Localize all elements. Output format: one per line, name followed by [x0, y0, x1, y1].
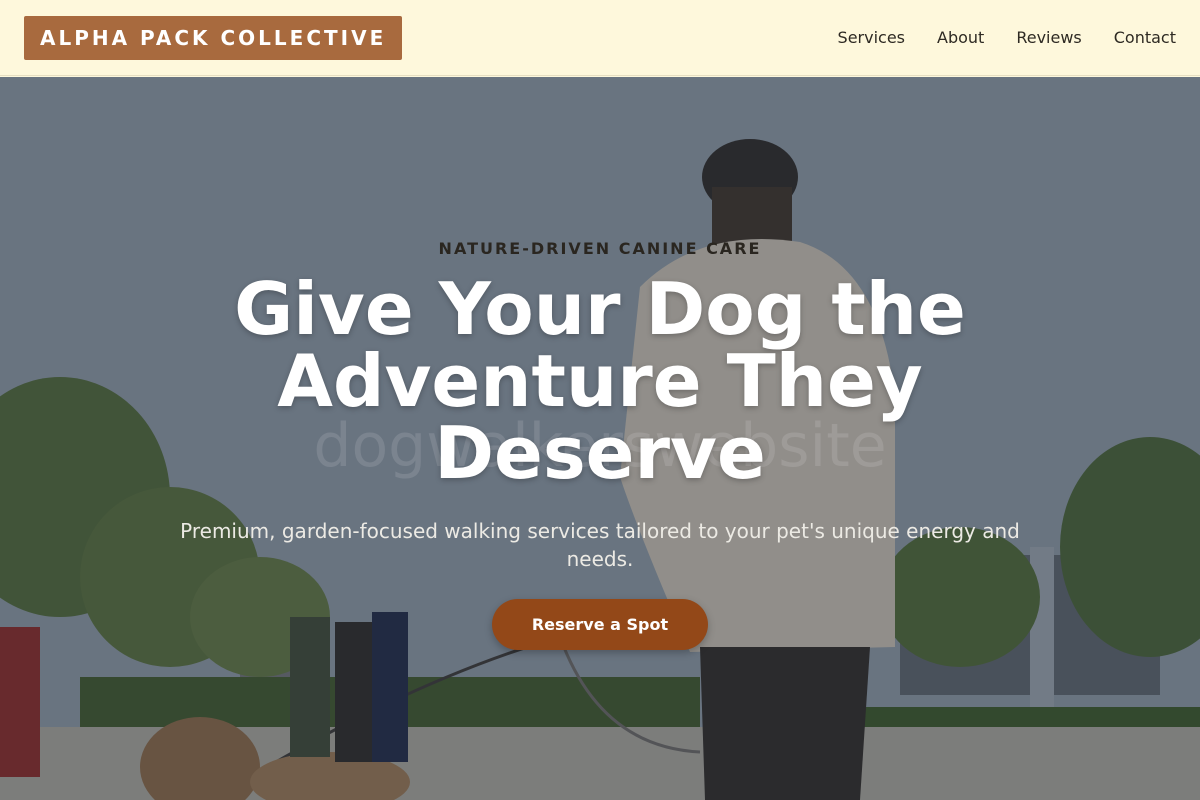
hero-section: dogwalkerswebsite NATURE-DRIVEN CANINE C…: [0, 77, 1200, 800]
nav-contact-link[interactable]: Contact: [1114, 28, 1176, 47]
reserve-spot-button[interactable]: Reserve a Spot: [492, 599, 708, 650]
nav-about-link[interactable]: About: [937, 28, 984, 47]
site-header: ALPHA PACK COLLECTIVE Services About Rev…: [0, 0, 1200, 76]
hero-subtext: Premium, garden-focused walking services…: [180, 519, 1020, 571]
hero-content: NATURE-DRIVEN CANINE CARE Give Your Dog …: [0, 77, 1200, 800]
hero-headline: Give Your Dog the Adventure They Deserve: [234, 267, 966, 495]
brand-logo[interactable]: ALPHA PACK COLLECTIVE: [24, 15, 403, 60]
hero-eyebrow: NATURE-DRIVEN CANINE CARE: [438, 239, 762, 258]
nav-services-link[interactable]: Services: [838, 28, 905, 47]
main-nav: Services About Reviews Contact: [806, 28, 1176, 47]
nav-reviews-link[interactable]: Reviews: [1016, 28, 1081, 47]
